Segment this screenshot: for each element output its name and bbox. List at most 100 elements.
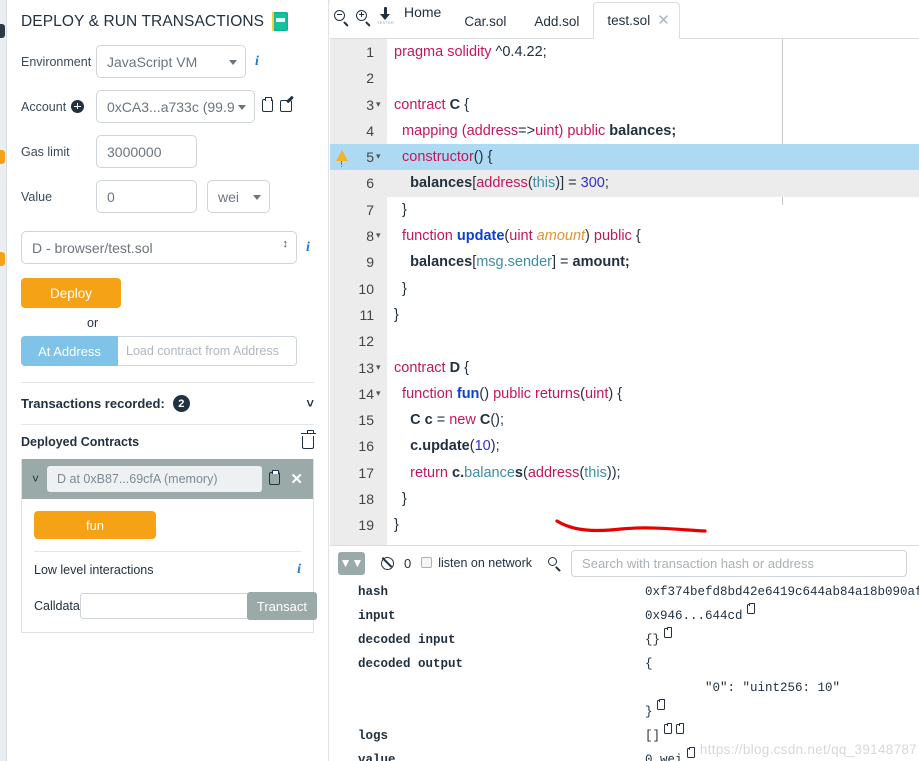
code-line-4[interactable]: 4 mapping (address=>uint) public balance… xyxy=(330,118,919,144)
collapse-terminal-button[interactable]: ▼▼ xyxy=(338,551,365,575)
code-line-18[interactable]: 18 } xyxy=(330,486,919,512)
chevron-down-icon[interactable]: ˅ xyxy=(306,396,314,411)
panel-title: DEPLOY & RUN TRANSACTIONS xyxy=(7,0,328,31)
gas-limit-input[interactable]: 3000000 xyxy=(96,135,197,168)
contract-select[interactable]: D - browser/test.sol ↕ xyxy=(21,231,297,264)
tab-test-sol-label: test.sol xyxy=(607,12,651,28)
code-line-16[interactable]: 16 c.update(10); xyxy=(330,433,919,459)
tab-add-sol[interactable]: Add.sol xyxy=(520,14,593,38)
fold-toggle-icon[interactable]: ▾ xyxy=(376,354,381,380)
code-line-8[interactable]: 8 ▾ function update(uint amount) public { xyxy=(330,223,919,249)
add-account-icon[interactable] xyxy=(71,99,85,113)
code-editor[interactable]: 1 pragma solidity ^0.4.22; 2 3 ▾ contract C {… xyxy=(330,39,919,545)
code-line-12[interactable]: 12 xyxy=(330,328,919,354)
code-line-6[interactable]: 6 balances[address(this)] = 300; xyxy=(330,170,919,197)
rail-chip-dark[interactable] xyxy=(0,24,5,38)
deployed-contract-bar[interactable]: ˅ D at 0xB87...69cfA (memory) ✕ xyxy=(22,459,313,499)
clipboard-icon[interactable] xyxy=(676,722,685,734)
detail-value: {} xyxy=(645,633,661,647)
detail-row: "0": "uint256: 10" xyxy=(330,676,919,700)
transaction-details: hash 0xf374befd8bd42e6419c644ab84a18b090a… xyxy=(330,580,919,761)
environment-select[interactable]: JavaScript VM xyxy=(96,45,246,78)
fold-toggle-icon[interactable]: ▾ xyxy=(376,91,381,117)
rail-chip-orange-1[interactable] xyxy=(0,150,5,164)
environment-info-icon[interactable]: i xyxy=(255,54,259,70)
clear-console-icon[interactable] xyxy=(381,556,394,570)
clipboard-icon[interactable] xyxy=(686,746,695,758)
deployed-contracts-header: Deployed Contracts xyxy=(7,425,328,459)
code-line-13[interactable]: 13 ▾ contract D { xyxy=(330,355,919,381)
code-line-17[interactable]: 17 return c.balances(address(this)); xyxy=(330,460,919,486)
detail-key xyxy=(358,676,645,700)
code-line-2[interactable]: 2 xyxy=(330,65,919,91)
code-line-10[interactable]: 10 } xyxy=(330,276,919,302)
anchor-icon[interactable]: TESTER xyxy=(377,6,394,27)
contract-info-icon[interactable]: i xyxy=(306,240,310,256)
clipboard-icon[interactable] xyxy=(746,602,755,614)
detail-row: } xyxy=(330,698,919,724)
low-level-info-icon[interactable]: i xyxy=(297,562,301,578)
chevron-down-icon[interactable]: ˅ xyxy=(32,472,39,486)
code-line-3[interactable]: 3 ▾ contract C { xyxy=(330,92,919,118)
zoom-out-icon[interactable] xyxy=(334,9,349,27)
pencil-icon xyxy=(280,99,292,112)
clipboard-icon[interactable] xyxy=(664,722,673,734)
terminal-search-input[interactable] xyxy=(571,549,907,577)
rail-chip-orange-2[interactable] xyxy=(0,252,5,266)
line-number: 9 xyxy=(366,254,374,271)
code-line-5[interactable]: 5▾ constructor() { xyxy=(330,143,919,178)
detail-key: logs xyxy=(358,729,389,743)
transact-button[interactable]: Transact xyxy=(246,592,317,620)
deployed-contract-body: fun Low level interactions i Calldata Tr… xyxy=(22,499,317,632)
detail-value: [] xyxy=(645,729,661,743)
listen-on-network-toggle[interactable]: listen on network xyxy=(421,556,532,570)
copy-address-button[interactable] xyxy=(269,469,281,487)
line-number: 4 xyxy=(366,122,374,139)
copy-account-button[interactable] xyxy=(262,97,273,114)
code-text: C c = new C(); xyxy=(394,412,505,429)
line-number: 5 xyxy=(366,149,374,166)
contract-select-row: D - browser/test.sol ↕ i xyxy=(7,231,328,264)
plugin-icon-rail[interactable] xyxy=(0,0,7,761)
code-text: balances[msg.sender] = amount; xyxy=(394,254,630,271)
code-line-11[interactable]: 11} xyxy=(330,302,919,328)
fun-function-button[interactable]: fun xyxy=(34,511,156,539)
environment-row: Environment JavaScript VM i xyxy=(21,45,314,78)
code-line-9[interactable]: 9 balances[msg.sender] = amount; xyxy=(330,249,919,275)
code-line-19[interactable]: 19} xyxy=(330,512,919,538)
listen-checkbox[interactable] xyxy=(421,557,433,568)
close-icon[interactable]: ✕ xyxy=(657,11,670,29)
value-input[interactable]: 0 xyxy=(96,180,197,213)
zoom-in-icon[interactable] xyxy=(356,9,371,27)
trash-icon[interactable] xyxy=(300,429,316,449)
tab-car-sol[interactable]: Car.sol xyxy=(450,14,520,38)
clipboard-icon[interactable] xyxy=(656,698,665,710)
line-number: 2 xyxy=(366,70,374,87)
environment-label: Environment xyxy=(21,54,92,69)
sign-message-button[interactable] xyxy=(280,99,292,114)
clipboard-icon[interactable] xyxy=(664,626,673,638)
value-unit-select[interactable]: wei xyxy=(207,180,270,213)
search-icon[interactable] xyxy=(548,556,561,572)
calldata-input[interactable] xyxy=(79,593,249,619)
editor-area: TESTER Home Car.sol Add.sol test.sol ✕ 1… xyxy=(330,0,919,545)
fold-toggle-icon[interactable]: ▾ xyxy=(376,222,381,248)
account-select[interactable]: 0xCA3...a733c (99.9 xyxy=(96,90,255,123)
value-unit: wei xyxy=(218,188,240,205)
code-line-7[interactable]: 7 } xyxy=(330,197,919,223)
at-address-button[interactable]: At Address xyxy=(21,336,118,366)
code-line-14[interactable]: 14 ▾ function fun() public returns(uint) … xyxy=(330,381,919,407)
deploy-button[interactable]: Deploy xyxy=(21,278,121,308)
code-line-1[interactable]: 1 pragma solidity ^0.4.22; xyxy=(330,39,919,65)
fold-toggle-icon[interactable]: ▾ xyxy=(376,143,381,169)
divider-3 xyxy=(34,551,301,552)
at-address-input[interactable] xyxy=(118,336,297,366)
fold-toggle-icon[interactable]: ▾ xyxy=(376,380,381,406)
transactions-recorded-row[interactable]: Transactions recorded: 2 ˅ xyxy=(7,383,328,424)
close-icon[interactable]: ✕ xyxy=(290,470,303,488)
detail-row: hash 0xf374befd8bd42e6419c644ab84a18b090a… xyxy=(330,580,919,604)
home-button[interactable]: Home xyxy=(402,4,441,29)
code-line-15[interactable]: 15 C c = new C(); xyxy=(330,407,919,433)
detail-row: decoded input {} xyxy=(330,626,919,652)
tab-test-sol[interactable]: test.sol ✕ xyxy=(593,2,680,39)
